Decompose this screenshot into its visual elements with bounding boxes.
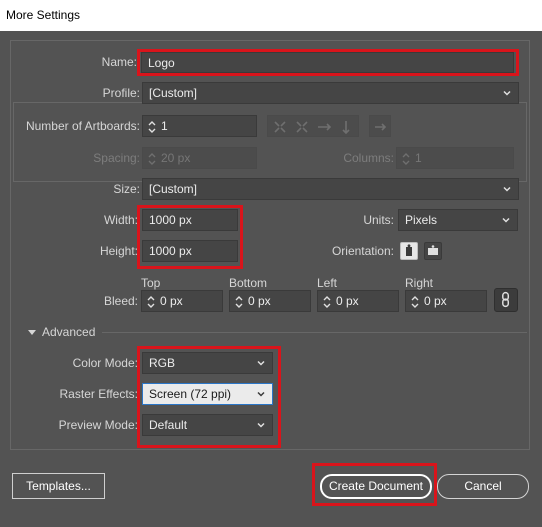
stepper-arrows-icon[interactable]	[147, 119, 157, 135]
spacing-stepper[interactable]: 20 px	[142, 147, 257, 169]
arrow-right-icon	[375, 123, 387, 131]
preview-mode-select[interactable]: Default	[142, 414, 273, 436]
preview-mode-label: Preview Mode:	[58, 418, 138, 432]
spacing-value: 20 px	[161, 151, 191, 165]
size-select[interactable]: [Custom]	[142, 178, 519, 200]
stepper-arrows-icon[interactable]	[322, 294, 332, 310]
name-input[interactable]: Logo	[141, 52, 514, 73]
color-mode-value: RGB	[149, 356, 176, 370]
arrange-by-column-icon[interactable]	[338, 119, 354, 135]
bleed-bottom-value: 0 px	[248, 294, 271, 308]
bleed-left-stepper[interactable]: 0 px	[317, 290, 399, 312]
landscape-icon	[428, 245, 438, 255]
stepper-arrows-icon[interactable]	[146, 294, 156, 310]
landscape-button[interactable]	[424, 242, 442, 260]
chevron-down-icon	[503, 186, 511, 192]
columns-stepper[interactable]: 1	[396, 147, 514, 169]
bleed-right-stepper[interactable]: 0 px	[405, 290, 487, 312]
color-mode-select[interactable]: RGB	[142, 352, 273, 374]
color-mode-label: Color Mode:	[72, 356, 138, 370]
preview-mode-value: Default	[149, 418, 188, 432]
units-value: Pixels	[405, 213, 438, 227]
raster-effects-select[interactable]: Screen (72 ppi)	[142, 383, 273, 405]
create-document-button[interactable]: Create Document	[320, 474, 432, 499]
bleed-left-value: 0 px	[336, 294, 359, 308]
columns-value: 1	[415, 151, 422, 165]
raster-effects-label: Raster Effects:	[59, 387, 138, 401]
window-title: More Settings	[0, 0, 542, 31]
raster-effects-value: Screen (72 ppi)	[149, 387, 232, 401]
advanced-section-title[interactable]: Advanced	[42, 321, 95, 343]
profile-label: Profile:	[102, 86, 140, 100]
name-label: Name:	[101, 55, 137, 69]
columns-label: Columns:	[343, 151, 394, 165]
profile-value: [Custom]	[149, 86, 198, 100]
profile-select[interactable]: [Custom]	[142, 82, 519, 104]
height-input[interactable]: 1000 px	[142, 240, 238, 262]
size-label: Size:	[113, 182, 140, 196]
stepper-arrows-icon[interactable]	[401, 151, 411, 167]
layout-direction-button[interactable]	[369, 115, 391, 137]
arrange-buttons-group	[267, 115, 359, 137]
size-value: [Custom]	[149, 182, 198, 196]
chevron-down-icon	[503, 90, 511, 96]
height-label: Height:	[99, 244, 138, 258]
chevron-down-icon	[257, 360, 265, 366]
artboards-label: Number of Artboards:	[25, 119, 140, 133]
bleed-top-stepper[interactable]: 0 px	[141, 290, 223, 312]
chevron-down-icon	[257, 422, 265, 428]
bleed-right-value: 0 px	[424, 294, 447, 308]
bleed-label: Bleed:	[103, 294, 138, 308]
width-label: Width:	[103, 213, 138, 227]
cancel-button[interactable]: Cancel	[437, 474, 529, 499]
units-select[interactable]: Pixels	[398, 209, 518, 231]
portrait-button[interactable]	[400, 242, 418, 260]
arrange-by-row-icon[interactable]	[316, 119, 332, 135]
units-label: Units:	[363, 213, 394, 227]
chain-link-icon	[502, 291, 510, 308]
bleed-top-value: 0 px	[160, 294, 183, 308]
stepper-arrows-icon[interactable]	[410, 294, 420, 310]
chevron-down-icon	[502, 217, 510, 223]
collapse-triangle-icon[interactable]	[27, 328, 37, 338]
artboards-value: 1	[161, 119, 168, 133]
grid-by-column-icon[interactable]	[294, 119, 310, 135]
stepper-arrows-icon[interactable]	[234, 294, 244, 310]
templates-button[interactable]: Templates...	[12, 473, 105, 499]
link-bleed-button[interactable]	[494, 288, 518, 312]
portrait-icon	[406, 244, 412, 256]
chevron-down-icon	[257, 391, 265, 397]
bleed-bottom-stepper[interactable]: 0 px	[229, 290, 311, 312]
artboard-group-panel	[13, 102, 527, 182]
width-input[interactable]: 1000 px	[142, 209, 238, 231]
advanced-divider	[102, 332, 527, 333]
grid-by-row-icon[interactable]	[272, 119, 288, 135]
artboards-stepper[interactable]: 1	[142, 115, 257, 137]
spacing-label: Spacing:	[93, 151, 140, 165]
orientation-label: Orientation:	[331, 244, 394, 258]
stepper-arrows-icon[interactable]	[147, 151, 157, 167]
